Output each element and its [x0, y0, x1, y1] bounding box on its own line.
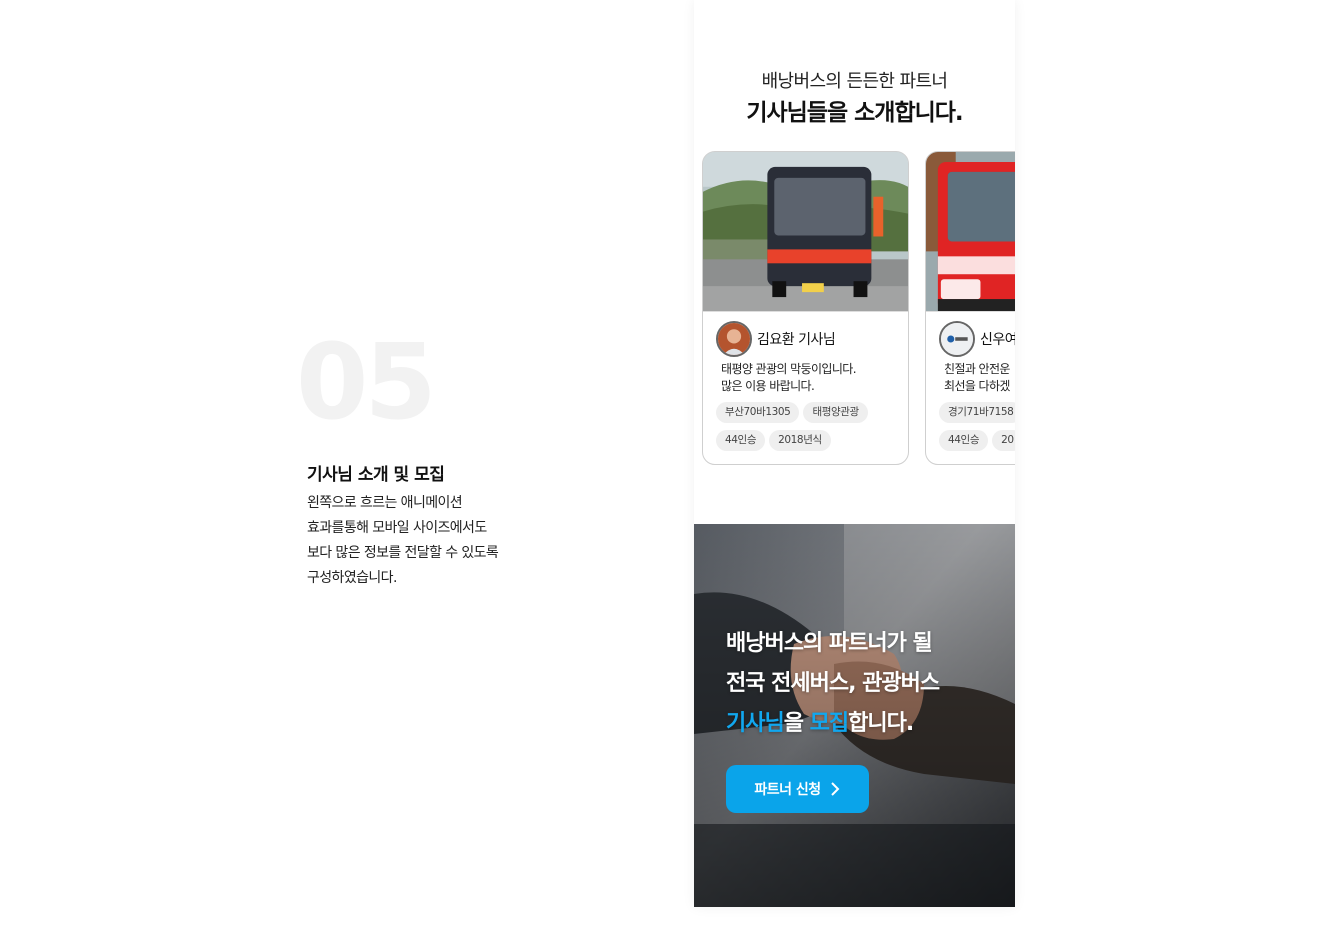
plate-tag: 부산70바1305	[716, 402, 800, 423]
section-description: 왼쪽으로 흐르는 애니메이션 효과를통해 모바일 사이즈에서도 보다 많은 정보…	[307, 491, 499, 591]
plate-tag: 경기71바7158	[939, 402, 1015, 423]
driver-card[interactable]: 김요환 기사님 태평양 관광의 막둥이입니다. 많은 이용 바랍니다. 부산70…	[702, 151, 909, 465]
driver-description-line: 친절과 안전운	[944, 362, 1010, 376]
recruit-text: 을	[783, 711, 810, 736]
description-line: 구성하였습니다.	[307, 570, 397, 586]
mobile-preview: 배낭버스의 든든한 파트너 기사님들을 소개합니다. 김요환 기사님 태평양 관…	[694, 0, 1015, 907]
recruit-headline: 배낭버스의 파트너가 될 전국 전세버스, 관광버스 기사님을 모집합니다.	[726, 624, 940, 744]
driver-description-line: 많은 이용 바랍니다.	[721, 379, 815, 393]
chevron-right-icon	[830, 782, 840, 796]
capacity-tag: 44인승	[939, 430, 989, 451]
bus-photo	[926, 152, 1015, 312]
recruit-accent: 기사님	[726, 711, 785, 736]
year-tag: 20	[992, 430, 1015, 451]
driver-description-line: 최선을 다하겠	[944, 379, 1010, 393]
section-title: 기사님 소개 및 모집	[307, 465, 445, 485]
description-line: 효과를통해 모바일 사이즈에서도	[307, 520, 487, 536]
recruit-text: 합니다.	[848, 711, 914, 736]
recruit-banner: 배낭버스의 파트너가 될 전국 전세버스, 관광버스 기사님을 모집합니다. 파…	[694, 524, 1015, 907]
intro-title: 기사님들을 소개합니다.	[746, 100, 963, 126]
year-tag: 2018년식	[769, 430, 831, 451]
capacity-tag: 44인승	[716, 430, 766, 451]
driver-name: 김요환 기사님	[757, 332, 836, 348]
driver-avatar	[716, 321, 752, 357]
driver-name: 신우여	[980, 332, 1015, 348]
recruit-line: 전국 전세버스, 관광버스	[726, 671, 940, 696]
driver-tags: 부산70바1305 태평양관광 44인승 2018년식	[716, 400, 906, 456]
description-line: 왼쪽으로 흐르는 애니메이션	[307, 495, 463, 511]
driver-description: 태평양 관광의 막둥이입니다. 많은 이용 바랍니다.	[721, 361, 857, 395]
driver-card[interactable]: 신우여 친절과 안전운 최선을 다하겠 경기71바7158 44인승 20	[925, 151, 1015, 465]
driver-description-line: 태평양 관광의 막둥이입니다.	[721, 362, 857, 376]
recruit-accent: 모집	[809, 711, 849, 736]
recruit-line: 기사님을 모집합니다.	[726, 704, 939, 744]
driver-avatar	[939, 321, 975, 357]
driver-tags: 경기71바7158 44인승 20	[939, 400, 1015, 456]
bus-photo	[703, 152, 908, 312]
driver-description: 친절과 안전운 최선을 다하겠	[944, 361, 1010, 395]
partner-apply-button[interactable]: 파트너 신청	[726, 765, 869, 813]
partner-apply-label: 파트너 신청	[754, 782, 821, 798]
section-number: 05	[296, 321, 437, 443]
description-line: 보다 많은 정보를 전달할 수 있도록	[307, 545, 499, 561]
intro-subtitle: 배낭버스의 든든한 파트너	[761, 71, 948, 92]
recruit-line: 배낭버스의 파트너가 될	[726, 631, 933, 656]
company-tag: 태평양관광	[803, 402, 868, 423]
